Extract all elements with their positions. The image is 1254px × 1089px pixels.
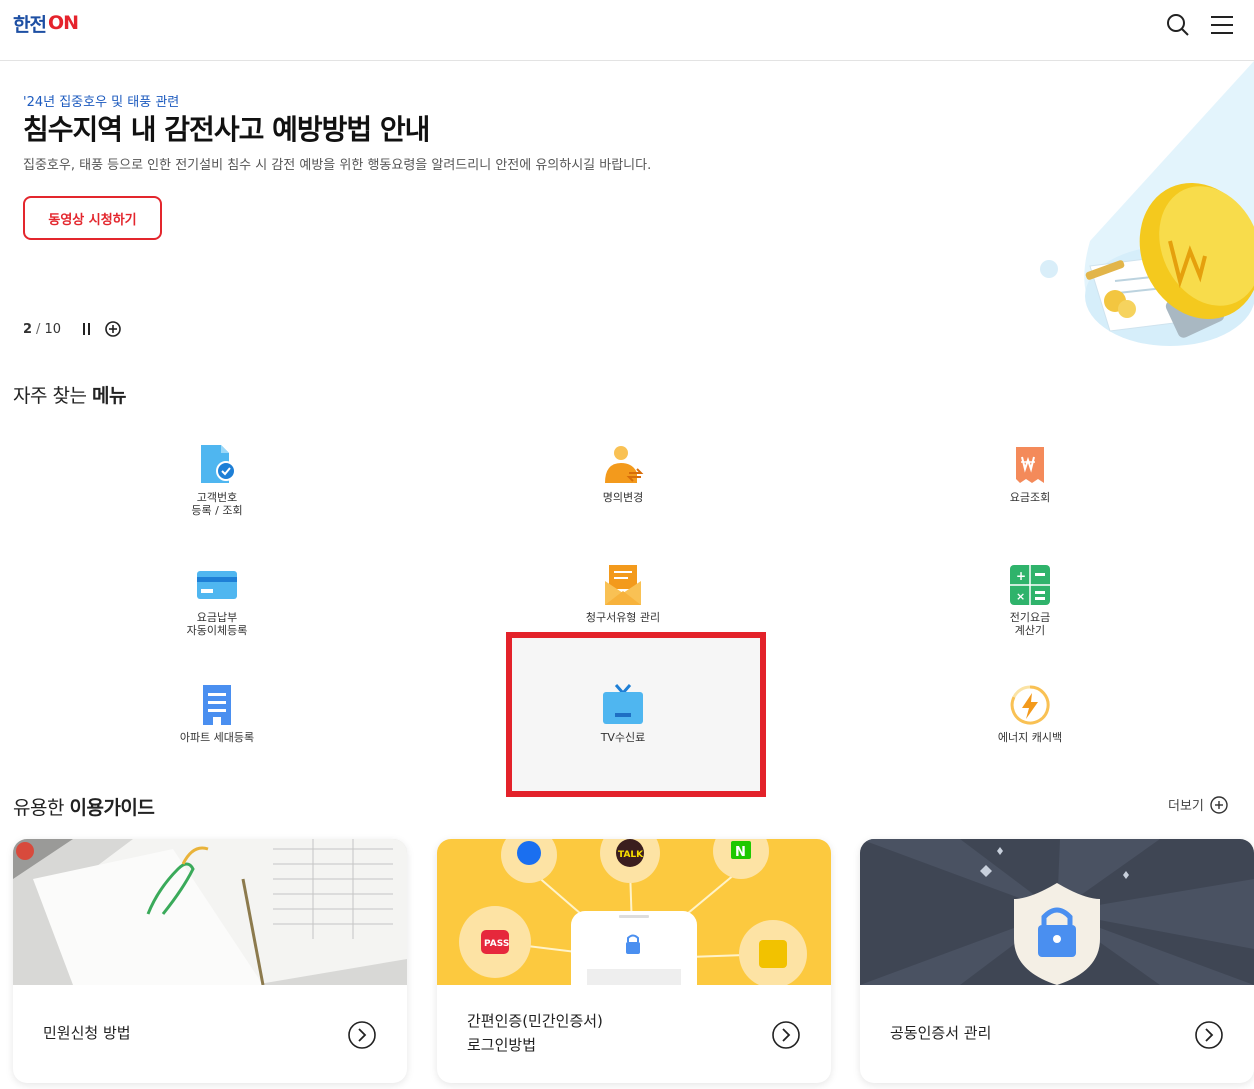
card-title: 민원신청 방법 [43, 1021, 131, 1045]
kepco-on-logo[interactable]: 한전 ON [13, 10, 79, 36]
menu-label: 요금조회 [1010, 491, 1050, 504]
guide-title: 유용한 이용가이드 [13, 793, 155, 820]
hero-title: 침수지역 내 감전사고 예방방법 안내 [23, 113, 430, 146]
menu-apartment-registration[interactable]: 아파트 세대등록 [117, 683, 317, 793]
card-title-line1: 민원신청 방법 [43, 1024, 131, 1042]
talk-badge: TALK [618, 850, 644, 860]
menu-label-line1: 명의변경 [602, 491, 644, 504]
menu-label: 전기요금 계산기 [1010, 611, 1050, 637]
menu-label-line1: 청구서유형 관리 [585, 611, 661, 624]
menu-label: 요금납부 자동이체등록 [187, 611, 248, 637]
menu-bill-inquiry[interactable]: 요금조회 [930, 443, 1130, 553]
menu-auto-payment[interactable]: 요금납부 자동이체등록 [117, 563, 317, 673]
more-link[interactable]: 더보기 [1168, 795, 1228, 814]
guide-card-civil-petition[interactable]: 민원신청 방법 [13, 839, 407, 1083]
menu-tv-license-fee[interactable]: TV수신료 [523, 683, 723, 793]
guide-title-bold: 이용가이드 [69, 797, 155, 819]
menu-bill-type[interactable]: 청구서유형 관리 [523, 563, 723, 673]
card-title: 간편인증(민간인증서) 로그인방법 [467, 1009, 603, 1057]
guide-card-simple-auth[interactable]: TALK N PASS 간편인증(민간인증서) 로그인방법 [437, 839, 831, 1083]
frequent-menu-title-bold: 메뉴 [92, 385, 126, 407]
envelope-icon [605, 565, 641, 605]
menu-label-line2: 계산기 [1014, 624, 1046, 637]
menu-label-line1: 아파트 세대등록 [179, 731, 255, 744]
document-check-icon [201, 445, 236, 483]
menu-label-line2: 등록 / 조회 [191, 504, 243, 517]
card-title-line2: 로그인방법 [467, 1036, 537, 1054]
credit-card-icon [197, 571, 237, 599]
menu-label-line1: 전기요금 [1009, 611, 1051, 624]
apartment-icon [203, 685, 231, 725]
won-receipt-icon [1016, 447, 1044, 483]
hero-description: 집중호우, 태풍 등으로 인한 전기설비 침수 시 감전 예방을 위한 행동요령… [23, 158, 652, 173]
menu-label: 청구서유형 관리 [586, 611, 660, 624]
menu-label: TV수신료 [601, 731, 646, 744]
energy-cashback-icon [1010, 685, 1050, 725]
simple-auth-illustration: TALK N PASS [437, 839, 831, 985]
menu-label-line1: 고객번호 [196, 491, 238, 504]
menu-label-line1: 에너지 캐시백 [997, 731, 1063, 744]
documents-photo [13, 839, 407, 985]
watch-video-button[interactable]: 동영상 시청하기 [23, 196, 162, 240]
menu-label-line1: TV수신료 [600, 731, 646, 744]
guide-card-certificate[interactable]: 공동인증서 관리 [860, 839, 1254, 1083]
svg-text:+: + [1016, 569, 1026, 583]
calculator-icon: + × [1010, 565, 1050, 605]
more-label: 더보기 [1168, 799, 1204, 814]
pass-badge: PASS [484, 939, 509, 949]
pager-current: 2 [23, 321, 33, 337]
pause-icon[interactable] [79, 321, 95, 337]
svg-text:×: × [1016, 590, 1025, 603]
frequent-menu-title-plain: 자주 찾는 [13, 385, 92, 407]
menu-label-line2: 자동이체등록 [186, 624, 248, 637]
logo-on-text: ON [47, 12, 79, 34]
pager-separator: / [36, 321, 41, 337]
hamburger-menu-icon[interactable] [1209, 12, 1235, 38]
plus-circle-icon [1210, 795, 1228, 814]
tv-icon [603, 684, 643, 724]
card-title: 공동인증서 관리 [890, 1021, 991, 1045]
hero-banner: '24년 집중호우 및 태풍 관련 침수지역 내 감전사고 예방방법 안내 집중… [0, 61, 1254, 361]
banner-pager: 2 / 10 [23, 321, 121, 337]
menu-label: 에너지 캐시백 [998, 731, 1062, 744]
chevron-right-circle-icon [348, 1021, 376, 1049]
chevron-right-circle-icon [1195, 1021, 1223, 1049]
menu-label: 명의변경 [603, 491, 643, 504]
plus-circle-icon[interactable] [105, 321, 121, 337]
person-change-icon [605, 446, 644, 483]
search-icon[interactable] [1165, 12, 1191, 38]
card-title-line1: 공동인증서 관리 [890, 1024, 992, 1042]
menu-label-line1: 요금납부 [196, 611, 238, 624]
menu-label: 아파트 세대등록 [180, 731, 254, 744]
pager-total: 10 [44, 321, 61, 337]
naver-badge: N [735, 845, 746, 860]
card-title-line1: 간편인증(민간인증서) [467, 1012, 603, 1030]
frequent-menu-title: 자주 찾는 메뉴 [13, 381, 126, 408]
menu-name-change[interactable]: 명의변경 [523, 443, 723, 553]
site-header: 한전 ON [0, 0, 1254, 61]
guide-title-plain: 유용한 [13, 797, 70, 819]
shield-lock-illustration [860, 839, 1254, 985]
menu-customer-number[interactable]: 고객번호 등록 / 조회 [117, 443, 317, 553]
logo-text: 한전 [13, 13, 47, 36]
lightbulb-illustration [1030, 61, 1254, 361]
chevron-right-circle-icon [772, 1021, 800, 1049]
menu-energy-cashback[interactable]: 에너지 캐시백 [930, 683, 1130, 793]
menu-label-line1: 요금조회 [1009, 491, 1051, 504]
menu-label: 고객번호 등록 / 조회 [191, 491, 242, 517]
menu-fee-calculator[interactable]: + × 전기요금 계산기 [930, 563, 1130, 673]
